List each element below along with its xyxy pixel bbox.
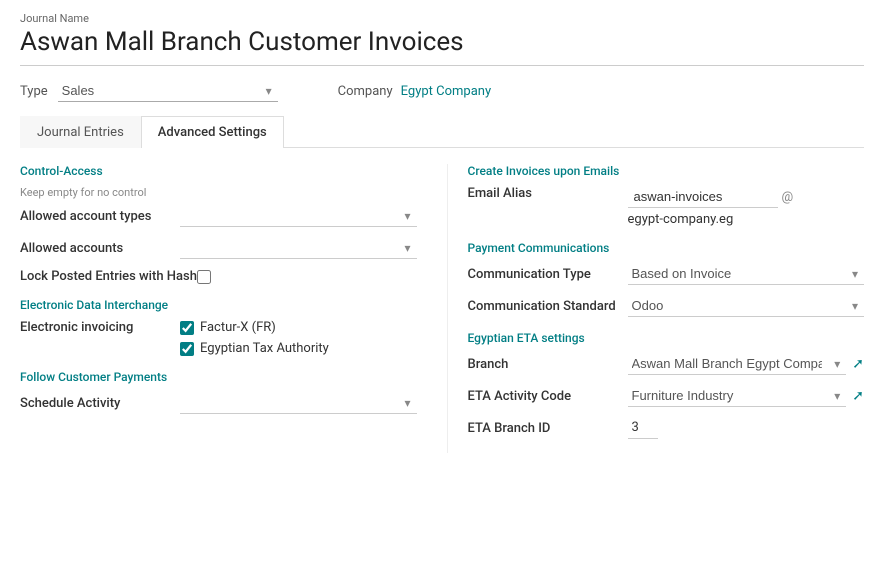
eta-activity-select[interactable]: Furniture Industry	[628, 385, 847, 407]
branch-external-link-icon[interactable]: ➚	[852, 356, 864, 372]
type-select[interactable]: Sales Purchase Cash Bank Miscellaneous	[58, 80, 278, 102]
branch-select-container: Aswan Mall Branch Egypt Company	[628, 353, 847, 375]
create-invoices-title: Create Invoices upon Emails	[468, 164, 865, 178]
email-alias-row: Email Alias @ egypt-company.eg	[468, 186, 865, 227]
comm-type-select-container: Based on Invoice Sequence Number	[628, 263, 865, 285]
factur-x-item: Factur-X (FR)	[180, 320, 329, 335]
follow-payments-section: Follow Customer Payments Schedule Activi…	[20, 370, 417, 414]
control-access-title: Control-Access	[20, 164, 417, 178]
lock-posted-row: Lock Posted Entries with Hash	[20, 269, 417, 284]
eta-checkbox[interactable]	[180, 342, 194, 356]
allowed-accounts-label: Allowed accounts	[20, 241, 180, 256]
eta-branch-id-label: ETA Branch ID	[468, 421, 628, 436]
tab-journal-entries[interactable]: Journal Entries	[20, 116, 141, 148]
left-panel: Control-Access Keep empty for no control…	[20, 164, 447, 453]
branch-row: Branch Aswan Mall Branch Egypt Company ➚	[468, 353, 865, 375]
tab-content: Control-Access Keep empty for no control…	[20, 164, 864, 453]
journal-title: Aswan Mall Branch Customer Invoices	[20, 27, 864, 66]
schedule-activity-select-container	[180, 392, 417, 414]
comm-standard-label: Communication Standard	[468, 299, 628, 314]
schedule-activity-label: Schedule Activity	[20, 396, 180, 411]
electronic-invoicing-label: Electronic invoicing	[20, 320, 180, 335]
company-field-group: Company Egypt Company	[338, 84, 491, 99]
eta-settings-section: Egyptian ETA settings Branch Aswan Mall …	[468, 331, 865, 439]
payment-comm-title: Payment Communications	[468, 241, 865, 255]
allowed-account-types-select[interactable]	[180, 205, 417, 227]
eta-settings-title: Egyptian ETA settings	[468, 331, 865, 345]
schedule-activity-select[interactable]	[180, 392, 417, 414]
type-select-wrapper: Sales Purchase Cash Bank Miscellaneous	[58, 80, 278, 102]
control-access-section: Control-Access Keep empty for no control…	[20, 164, 417, 284]
tab-advanced-settings[interactable]: Advanced Settings	[141, 116, 284, 148]
follow-payments-title: Follow Customer Payments	[20, 370, 417, 384]
allowed-account-types-row: Allowed account types	[20, 205, 417, 227]
allowed-accounts-select[interactable]	[180, 237, 417, 259]
comm-standard-row: Communication Standard Odoo Belgian Stru…	[468, 295, 865, 317]
company-link[interactable]: Egypt Company	[401, 84, 491, 99]
eta-item: Egyptian Tax Authority	[180, 341, 329, 356]
allowed-account-types-select-container	[180, 205, 417, 227]
lock-posted-checkbox[interactable]	[197, 270, 211, 284]
edi-section: Electronic Data Interchange Electronic i…	[20, 298, 417, 356]
factur-x-label: Factur-X (FR)	[200, 320, 276, 335]
eta-activity-row: ETA Activity Code Furniture Industry ➚	[468, 385, 865, 407]
eta-activity-select-container: Furniture Industry	[628, 385, 847, 407]
page: Journal Name Aswan Mall Branch Customer …	[0, 0, 884, 582]
factur-x-checkbox[interactable]	[180, 321, 194, 335]
allowed-accounts-select-container	[180, 237, 417, 259]
email-domain: egypt-company.eg	[628, 212, 798, 227]
email-alias-input[interactable]	[628, 186, 778, 208]
email-alias-value-group: @ egypt-company.eg	[628, 186, 798, 227]
branch-select[interactable]: Aswan Mall Branch Egypt Company	[628, 353, 847, 375]
eta-activity-label: ETA Activity Code	[468, 389, 628, 404]
email-at-symbol: @	[782, 190, 794, 205]
edi-title: Electronic Data Interchange	[20, 298, 417, 312]
create-invoices-section: Create Invoices upon Emails Email Alias …	[468, 164, 865, 227]
comm-standard-select[interactable]: Odoo Belgian Structured Communication	[628, 295, 865, 317]
email-alias-label: Email Alias	[468, 186, 628, 201]
right-panel: Create Invoices upon Emails Email Alias …	[447, 164, 865, 453]
payment-comm-section: Payment Communications Communication Typ…	[468, 241, 865, 317]
allowed-account-types-label: Allowed account types	[20, 209, 180, 224]
branch-value-group: Aswan Mall Branch Egypt Company ➚	[628, 353, 865, 375]
eta-activity-external-link-icon[interactable]: ➚	[852, 388, 864, 404]
eta-branch-id-value: 3	[628, 417, 658, 439]
keep-empty-note: Keep empty for no control	[20, 186, 417, 199]
email-alias-input-row: @	[628, 186, 798, 208]
electronic-invoicing-row: Electronic invoicing Factur-X (FR) Egypt…	[20, 320, 417, 356]
edi-checkboxes: Factur-X (FR) Egyptian Tax Authority	[180, 320, 329, 356]
eta-label: Egyptian Tax Authority	[200, 341, 329, 356]
comm-type-select[interactable]: Based on Invoice Sequence Number	[628, 263, 865, 285]
branch-label: Branch	[468, 357, 628, 372]
tabs: Journal Entries Advanced Settings	[20, 116, 864, 148]
comm-type-row: Communication Type Based on Invoice Sequ…	[468, 263, 865, 285]
eta-activity-value-group: Furniture Industry ➚	[628, 385, 865, 407]
comm-standard-select-container: Odoo Belgian Structured Communication	[628, 295, 865, 317]
type-field-group: Type Sales Purchase Cash Bank Miscellane…	[20, 80, 278, 102]
company-label: Company	[338, 84, 393, 99]
eta-branch-id-row: ETA Branch ID 3	[468, 417, 865, 439]
schedule-activity-row: Schedule Activity	[20, 392, 417, 414]
comm-type-label: Communication Type	[468, 267, 628, 282]
lock-posted-label: Lock Posted Entries with Hash	[20, 269, 197, 284]
top-row: Type Sales Purchase Cash Bank Miscellane…	[20, 80, 864, 102]
allowed-accounts-row: Allowed accounts	[20, 237, 417, 259]
type-label: Type	[20, 84, 48, 99]
journal-name-label: Journal Name	[20, 12, 864, 25]
